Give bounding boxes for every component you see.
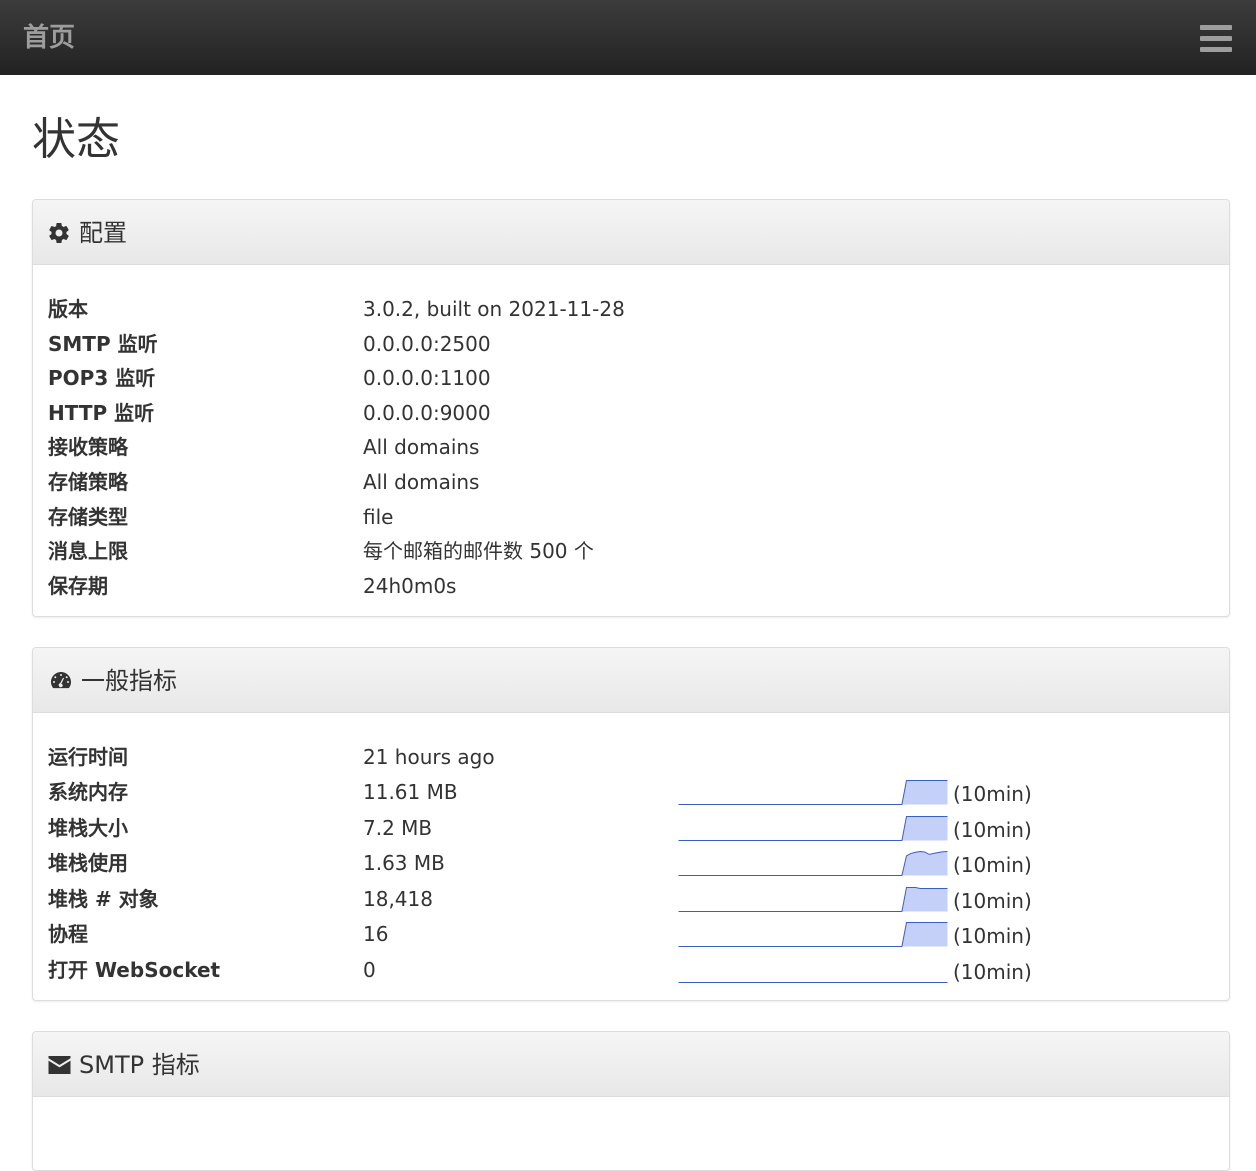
config-value: 0.0.0.0:1100 bbox=[363, 366, 491, 391]
page-title: 状态 bbox=[32, 114, 120, 165]
config-value: 3.0.2, built on 2021-11-28 bbox=[363, 297, 625, 321]
config-row: 版本 3.0.2, built on 2021-11-28 bbox=[33, 292, 1229, 326]
metrics-panel-title: 一般指标 bbox=[81, 667, 177, 695]
sparkline-window-label: (10min) bbox=[953, 924, 1032, 948]
config-label: 存储类型 bbox=[48, 504, 128, 529]
config-row: SMTP 监听 0.0.0.0:2500 bbox=[33, 327, 1229, 361]
sparkline-chart bbox=[678, 886, 948, 912]
config-label: 存储策略 bbox=[48, 470, 128, 494]
config-row: 存储策略 All domains bbox=[33, 465, 1229, 499]
metric-label: 协程 bbox=[48, 922, 88, 946]
sparkline-area bbox=[678, 816, 948, 840]
sparkline-window-label: (10min) bbox=[953, 888, 1032, 913]
metric-value: 21 hours ago bbox=[363, 745, 495, 769]
config-label: POP3 监听 bbox=[48, 366, 156, 391]
metric-row: 打开 WebSocket 0 (10min) bbox=[33, 953, 1229, 987]
config-row: HTTP 监听 0.0.0.0:9000 bbox=[33, 396, 1229, 430]
navbar: 首页 bbox=[0, 0, 1256, 75]
smtp-panel-title: SMTP 指标 bbox=[79, 1051, 200, 1079]
config-value: All domains bbox=[363, 470, 480, 494]
gear-icon bbox=[49, 223, 69, 244]
metric-value: 7.2 MB bbox=[363, 815, 433, 840]
metric-label: 堆栈 # 对象 bbox=[48, 886, 159, 911]
metric-label: 堆栈大小 bbox=[48, 815, 128, 840]
config-panel: 配置 版本 3.0.2, built on 2021-11-28 SMTP 监听 0.… bbox=[32, 199, 1230, 617]
sparkline-window-label: (10min) bbox=[953, 782, 1032, 806]
sparkline-chart bbox=[678, 922, 948, 947]
smtp-panel-heading: SMTP 指标 bbox=[33, 1032, 1229, 1097]
config-value: All domains bbox=[363, 435, 480, 460]
sparkline-chart bbox=[678, 815, 948, 841]
sparkline-window-label: (10min) bbox=[953, 817, 1032, 842]
config-row: 接收策略 All domains bbox=[33, 430, 1229, 464]
config-label: 保存期 bbox=[48, 573, 108, 598]
config-label: SMTP 监听 bbox=[48, 331, 158, 356]
metric-row: 堆栈大小 7.2 MB (10min) bbox=[33, 811, 1229, 845]
metric-label: 打开 WebSocket bbox=[48, 957, 221, 982]
metric-value: 11.61 MB bbox=[363, 780, 458, 804]
metric-value: 16 bbox=[363, 922, 389, 946]
config-value: 24h0m0s bbox=[363, 573, 457, 598]
config-value: 0.0.0.0:9000 bbox=[363, 400, 491, 425]
config-row: POP3 监听 0.0.0.0:1100 bbox=[33, 361, 1229, 395]
metric-value: 18,418 bbox=[363, 886, 433, 911]
metric-value: 1.63 MB bbox=[363, 851, 445, 875]
sparkline-window-label: (10min) bbox=[953, 853, 1032, 877]
sparkline-chart bbox=[678, 981, 948, 983]
metric-value: 0 bbox=[363, 957, 376, 982]
config-panel-title: 配置 bbox=[79, 219, 127, 247]
metric-label: 运行时间 bbox=[48, 745, 128, 769]
config-value: 0.0.0.0:2500 bbox=[363, 331, 491, 356]
metric-row-uptime: 运行时间 21 hours ago bbox=[33, 740, 1229, 774]
config-value: file bbox=[363, 504, 394, 529]
metric-row: 堆栈 # 对象 18,418 (10min) bbox=[33, 882, 1229, 916]
envelope-icon bbox=[48, 1056, 71, 1074]
metric-label: 系统内存 bbox=[48, 780, 128, 804]
dashboard-gauge-icon bbox=[51, 672, 71, 689]
config-row: 消息上限 每个邮箱的邮件数 500 个 bbox=[33, 534, 1229, 568]
home-link[interactable]: 首页 bbox=[23, 20, 75, 56]
sparkline-chart bbox=[678, 780, 948, 805]
config-value: 每个邮箱的邮件数 500 个 bbox=[363, 539, 594, 564]
metric-row: 堆栈使用 1.63 MB (10min) bbox=[33, 846, 1229, 880]
metrics-panel-heading: 一般指标 bbox=[33, 648, 1229, 713]
hamburger-menu-icon[interactable] bbox=[1200, 23, 1232, 55]
config-row: 存储类型 file bbox=[33, 500, 1229, 534]
metric-label: 堆栈使用 bbox=[48, 851, 128, 875]
sparkline-area bbox=[678, 922, 948, 947]
sparkline-area bbox=[678, 780, 948, 805]
metric-row: 协程 16 (10min) bbox=[33, 917, 1229, 951]
config-label: 消息上限 bbox=[48, 539, 128, 564]
config-label: 版本 bbox=[48, 297, 88, 321]
config-panel-heading: 配置 bbox=[33, 200, 1229, 265]
smtp-panel: SMTP 指标 bbox=[32, 1031, 1230, 1171]
config-label: 接收策略 bbox=[48, 435, 128, 460]
sparkline-chart bbox=[678, 850, 948, 876]
metric-row: 系统内存 11.61 MB (10min) bbox=[33, 775, 1229, 809]
config-row: 保存期 24h0m0s bbox=[33, 569, 1229, 603]
metrics-panel: 一般指标 运行时间 21 hours ago 系统内存 11.61 MB (10mi… bbox=[32, 647, 1230, 1001]
config-label: HTTP 监听 bbox=[48, 400, 155, 425]
sparkline-window-label: (10min) bbox=[953, 959, 1032, 984]
sparkline-area bbox=[678, 887, 948, 911]
